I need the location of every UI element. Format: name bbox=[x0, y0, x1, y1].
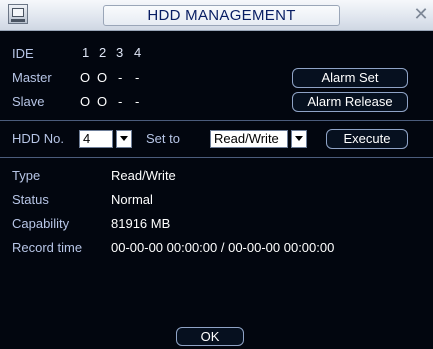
alarm-set-button[interactable]: Alarm Set bbox=[292, 68, 408, 88]
master-state-2: O bbox=[97, 70, 108, 85]
hdd-no-dropdown[interactable]: 4 bbox=[79, 130, 113, 148]
close-icon[interactable]: ✕ bbox=[413, 5, 429, 23]
type-label: Type bbox=[12, 168, 41, 183]
separator-top bbox=[0, 120, 433, 121]
master-state-4: - bbox=[135, 70, 140, 85]
status-label: Status bbox=[12, 192, 49, 207]
set-to-dropdown[interactable]: Read/Write bbox=[210, 130, 288, 148]
chevron-down-icon bbox=[120, 136, 128, 141]
title-bar: HDD MANAGEMENT ✕ bbox=[0, 0, 433, 31]
set-to-dropdown-arrow[interactable] bbox=[291, 130, 307, 148]
hdd-no-dropdown-arrow[interactable] bbox=[116, 130, 132, 148]
status-value: Normal bbox=[111, 192, 153, 207]
hdd-no-label: HDD No. bbox=[12, 131, 65, 146]
slave-state-3: - bbox=[118, 94, 123, 109]
alarm-release-button[interactable]: Alarm Release bbox=[292, 92, 408, 112]
master-state-1: O bbox=[80, 70, 91, 85]
capability-value: 81916 MB bbox=[111, 216, 171, 231]
window-title: HDD MANAGEMENT bbox=[147, 7, 296, 24]
type-value: Read/Write bbox=[111, 168, 176, 183]
port-number-2: 2 bbox=[99, 45, 107, 60]
port-number-3: 3 bbox=[116, 45, 124, 60]
master-label: Master bbox=[12, 70, 52, 85]
execute-button[interactable]: Execute bbox=[326, 129, 408, 149]
master-state-3: - bbox=[118, 70, 123, 85]
port-number-1: 1 bbox=[82, 45, 90, 60]
port-number-4: 4 bbox=[134, 45, 142, 60]
record-time-label: Record time bbox=[12, 240, 83, 255]
ok-button[interactable]: OK bbox=[176, 327, 244, 346]
monitor-icon bbox=[8, 4, 28, 24]
chevron-down-icon bbox=[295, 136, 303, 141]
separator-bottom bbox=[0, 157, 433, 158]
ide-label: IDE bbox=[12, 46, 34, 61]
slave-state-1: O bbox=[80, 94, 91, 109]
hdd-management-window: HDD MANAGEMENT ✕ IDE 1 2 3 4 Master O O … bbox=[0, 0, 433, 349]
record-time-value: 00-00-00 00:00:00 / 00-00-00 00:00:00 bbox=[111, 240, 335, 255]
slave-state-4: - bbox=[135, 94, 140, 109]
capability-label: Capability bbox=[12, 216, 70, 231]
set-to-label: Set to bbox=[146, 131, 180, 146]
slave-state-2: O bbox=[97, 94, 108, 109]
slave-label: Slave bbox=[12, 94, 45, 109]
